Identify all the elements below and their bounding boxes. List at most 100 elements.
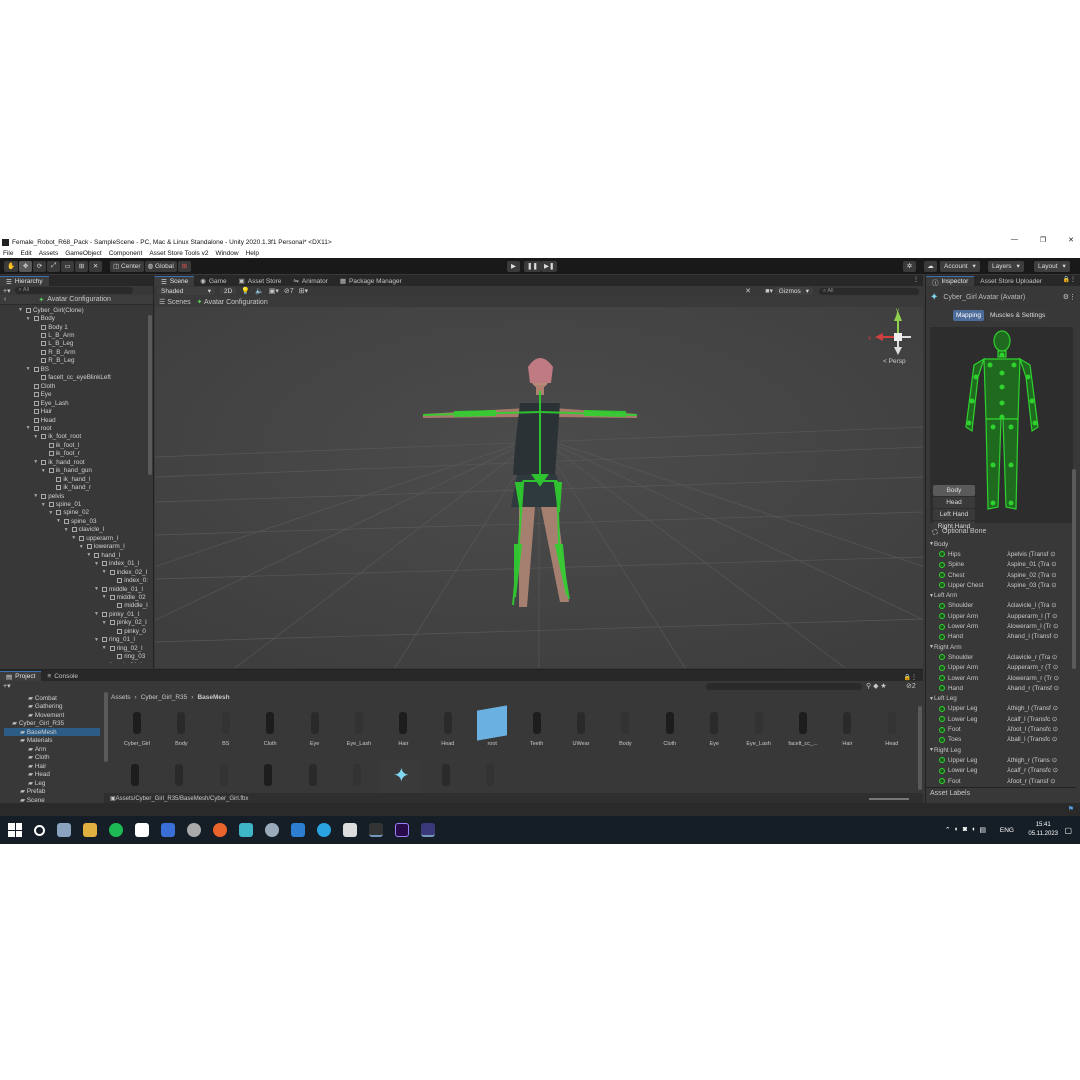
tab-scene[interactable]: ☰ Scene <box>155 276 195 286</box>
scale-tool-icon[interactable]: ⤢ <box>47 260 61 272</box>
zoom-slider[interactable] <box>869 797 909 800</box>
object-picker-icon[interactable]: ⊙ <box>1052 685 1059 692</box>
hierarchy-item[interactable]: ▼ Body <box>26 314 55 322</box>
expand-arrow-icon[interactable]: ▼ <box>18 307 24 313</box>
file-explorer-icon[interactable] <box>83 823 97 837</box>
expand-arrow-icon[interactable]: ▼ <box>26 316 32 322</box>
object-picker-icon[interactable]: ⊙ <box>1051 726 1058 733</box>
expand-arrow-icon[interactable]: ▼ <box>94 586 100 592</box>
telegram-icon[interactable] <box>317 823 331 837</box>
asset-item[interactable]: Eye <box>295 708 335 747</box>
effects-icon[interactable]: ▣▾ <box>269 287 279 295</box>
hierarchy-item[interactable]: Eye_Lash <box>26 399 69 407</box>
expand-arrow-icon[interactable]: ▼ <box>48 510 54 516</box>
expand-arrow-icon[interactable]: ▼ <box>71 535 77 541</box>
custom-tool-icon[interactable]: ✕ <box>89 260 103 272</box>
bone-transform-field[interactable]: ⅄spine_01 (Tra ⊙ <box>1007 561 1057 568</box>
tree-scrollbar[interactable] <box>104 692 108 762</box>
gizmos-dropdown[interactable]: Gizmos ▾ <box>774 287 813 295</box>
hierarchy-item[interactable]: ik_foot_l <box>41 441 79 449</box>
expand-arrow-icon[interactable]: ▼ <box>41 468 47 474</box>
asset-item[interactable]: Eye <box>694 708 734 747</box>
expand-arrow-icon[interactable]: ▼ <box>33 434 39 440</box>
asset-item[interactable]: Head <box>428 708 468 747</box>
lock-icon[interactable]: 🔒⋮ <box>1063 276 1076 283</box>
close-button[interactable]: ✕ <box>1068 236 1074 244</box>
hierarchy-item[interactable]: ▼ spine_03 <box>56 517 97 525</box>
cloud-app-icon[interactable] <box>161 823 175 837</box>
hierarchy-item[interactable]: middle_l <box>109 602 148 610</box>
notification-icon[interactable]: ⚑ <box>1068 805 1074 813</box>
notion-icon[interactable] <box>135 823 149 837</box>
object-picker-icon[interactable]: ⊙ <box>1050 613 1057 620</box>
hierarchy-item[interactable]: ▼ spine_02 <box>48 509 89 517</box>
back-arrow-icon[interactable]: ‹ <box>4 296 6 303</box>
scenes-crumb[interactable]: ☰ Scenes <box>159 298 191 306</box>
audio-icon[interactable]: 🔈 <box>255 287 264 295</box>
object-picker-icon[interactable]: ⊙ <box>1050 654 1057 661</box>
object-picker-icon[interactable]: ⊙ <box>1051 705 1058 712</box>
expand-arrow-icon[interactable]: ▼ <box>94 561 100 567</box>
expand-arrow-icon[interactable]: ▼ <box>102 620 108 626</box>
hierarchy-item[interactable]: ▼ root <box>26 424 52 432</box>
step-button[interactable]: ▶❚ <box>541 260 558 272</box>
pivot-global-button[interactable]: ◍ Global <box>144 260 177 272</box>
menu-gameobject[interactable]: GameObject <box>65 250 102 257</box>
camera-icon[interactable]: ■▾ <box>765 287 773 295</box>
layers-dropdown[interactable]: Layers ▾ <box>988 260 1024 272</box>
bone-transform-field[interactable]: ⅄lowerarm_l (Tr ⊙ <box>1007 623 1058 630</box>
object-picker-icon[interactable]: ⊙ <box>1050 757 1057 764</box>
object-picker-icon[interactable]: ⊙ <box>1049 561 1056 568</box>
hierarchy-item[interactable]: ▼ pelvis <box>33 492 64 500</box>
settings-icon[interactable]: ⚙⋮ <box>1063 293 1076 301</box>
bone-group-header[interactable]: ▼ Left Leg <box>929 694 1079 704</box>
persp-label[interactable]: < Persp <box>883 358 906 365</box>
menu-assets[interactable]: Assets <box>39 250 59 257</box>
crumb-basemesh[interactable]: BaseMesh <box>197 694 229 701</box>
unity-hub-icon[interactable] <box>343 823 357 837</box>
more-options-icon[interactable]: ⋮ <box>913 276 919 283</box>
object-picker-icon[interactable]: ⊙ <box>1052 675 1059 682</box>
menu-file[interactable]: File <box>3 250 13 257</box>
hierarchy-item[interactable]: ▼ ring_01_l <box>94 636 135 644</box>
tab-project[interactable]: ▤ Project <box>0 671 42 681</box>
scene-search-input[interactable]: ⌕ All <box>819 287 919 295</box>
hierarchy-item[interactable]: ik_hand_l <box>48 475 90 483</box>
tab-inspector[interactable]: ⓘ Inspector <box>926 276 975 287</box>
rect-tool-icon[interactable]: ▭ <box>61 260 75 272</box>
bone-transform-field[interactable]: ⅄hand_l (Transf ⊙ <box>1007 633 1058 640</box>
maximize-button[interactable]: ❐ <box>1040 236 1046 244</box>
expand-arrow-icon[interactable]: ▼ <box>56 518 62 524</box>
bone-transform-field[interactable]: ⅄clavicle_l (Tra ⊙ <box>1007 602 1057 609</box>
folder-item[interactable]: ▰ Materials <box>20 737 52 745</box>
expand-arrow-icon[interactable]: ▼ <box>79 544 85 550</box>
left-hand-button[interactable]: Left Hand <box>933 509 975 520</box>
object-picker-icon[interactable]: ⊙ <box>1050 716 1057 723</box>
bone-transform-field[interactable]: ⅄upperarm_l (T ⊙ <box>1007 613 1057 620</box>
bone-group-header[interactable]: ▼ Right Leg <box>929 745 1079 755</box>
lock-icon[interactable]: 🔒⋮ <box>904 674 917 681</box>
hierarchy-item[interactable]: Cloth <box>26 382 55 390</box>
head-button[interactable]: Head <box>933 497 975 508</box>
asset-item[interactable]: BS <box>206 708 246 747</box>
assets-scrollbar[interactable] <box>918 706 922 790</box>
folder-item[interactable]: ▰ BaseMesh <box>4 728 100 737</box>
hierarchy-item[interactable]: ▼ index_02_l <box>102 568 147 576</box>
expand-arrow-icon[interactable]: ▼ <box>64 527 70 533</box>
hidden-objects-icon[interactable]: ⊘7 <box>284 287 294 295</box>
account-dropdown[interactable]: Account ▾ <box>940 260 980 272</box>
folder-item[interactable]: ▰ Combat <box>28 694 57 702</box>
transform-tool-icon[interactable]: ⊞ <box>75 260 89 272</box>
object-picker-icon[interactable]: ⊙ <box>1051 623 1058 630</box>
hierarchy-item[interactable]: ▼ spine_01 <box>41 500 82 508</box>
folder-item[interactable]: ▰ Movement <box>28 711 64 719</box>
asset-item[interactable]: Eye_Lash <box>339 708 379 747</box>
tab-asset-store[interactable]: ▣ Asset Store <box>233 276 288 286</box>
bone-transform-field[interactable]: ⅄calf_l (Transfc ⊙ <box>1007 716 1057 723</box>
hierarchy-item[interactable]: Hair <box>26 407 52 415</box>
expand-arrow-icon[interactable]: ▼ <box>41 502 47 508</box>
cloud-icon[interactable]: ☁ <box>924 260 937 272</box>
object-picker-icon[interactable]: ⊙ <box>1048 778 1055 785</box>
expand-arrow-icon[interactable]: ▼ <box>102 569 108 575</box>
tab-package-manager[interactable]: ▦ Package Manager <box>334 276 408 286</box>
